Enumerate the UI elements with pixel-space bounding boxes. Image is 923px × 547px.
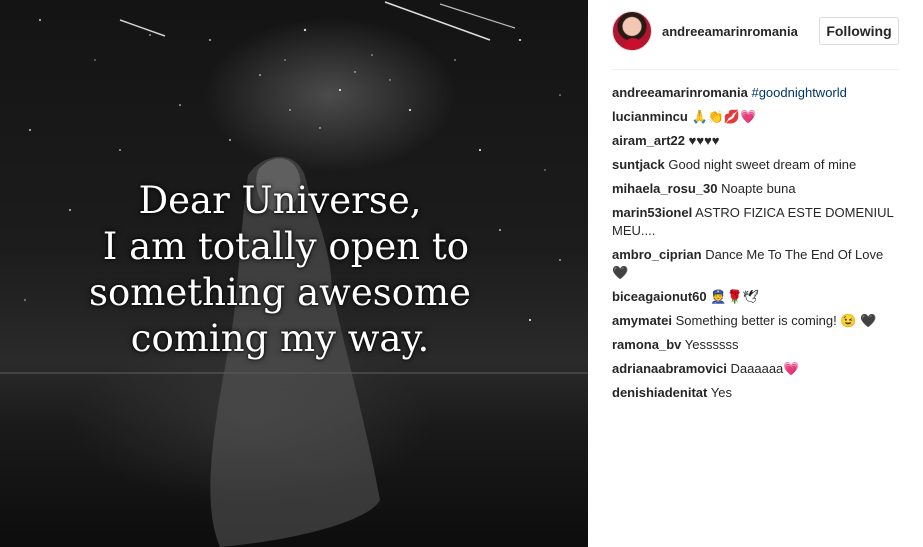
header-divider bbox=[612, 69, 899, 70]
comment-text: 👮🌹🕊 bbox=[710, 289, 760, 304]
comment-item: amymatei Something better is coming! 😉 🖤 bbox=[612, 312, 902, 330]
comment-text: Daaaaaa💗 bbox=[730, 361, 800, 376]
quote-line: coming my way. bbox=[130, 317, 430, 360]
post-image[interactable]: Dear Universe, I am totally open to some… bbox=[0, 0, 588, 547]
comment-username[interactable]: adrianaabramovici bbox=[612, 361, 727, 376]
comment-username[interactable]: airam_art22 bbox=[612, 133, 685, 148]
comment-username[interactable]: suntjack bbox=[612, 157, 665, 172]
header-username[interactable]: andreeamarinromania bbox=[662, 24, 798, 39]
quote-line: something awesome bbox=[89, 271, 471, 314]
comment-username[interactable]: denishiadenitat bbox=[612, 385, 707, 400]
following-button[interactable]: Following bbox=[819, 17, 899, 45]
post-sidebar: andreeamarinromania Following andreeamar… bbox=[588, 0, 923, 547]
comment-username[interactable]: amymatei bbox=[612, 313, 672, 328]
comment-item: adrianaabramovici Daaaaaa💗 bbox=[612, 360, 902, 378]
comment-item: biceagaionut60 👮🌹🕊 bbox=[612, 288, 902, 306]
comment-item: mihaela_rosu_30 Noapte buna bbox=[612, 180, 902, 198]
comment-text: Yessssss bbox=[684, 337, 739, 352]
post-header: andreeamarinromania Following bbox=[588, 0, 923, 70]
comment-text: Yes bbox=[710, 385, 732, 400]
comment-text: Noapte buna bbox=[721, 181, 796, 196]
hashtag-link[interactable]: #goodnightworld bbox=[751, 85, 846, 100]
comment-item: ambro_ciprian Dance Me To The End Of Lov… bbox=[612, 246, 902, 282]
comment-item: marin53ionel ASTRO FIZICA ESTE DOMENIUL … bbox=[612, 204, 902, 240]
avatar[interactable] bbox=[612, 11, 652, 51]
quote-text: Dear Universe, I am totally open to some… bbox=[0, 178, 560, 362]
comment-item: denishiadenitat Yes bbox=[612, 384, 902, 402]
comment-item: airam_art22 ♥♥♥♥ bbox=[612, 132, 902, 150]
comment-username[interactable]: biceagaionut60 bbox=[612, 289, 707, 304]
comment-username[interactable]: ramona_bv bbox=[612, 337, 681, 352]
caption: andreeamarinromania #goodnightworld bbox=[612, 84, 902, 102]
comment-item: suntjack Good night sweet dream of mine bbox=[612, 156, 902, 174]
comments-list: andreeamarinromania #goodnightworld luci… bbox=[612, 84, 902, 408]
comment-username[interactable]: marin53ionel bbox=[612, 205, 692, 220]
quote-line: I am totally open to bbox=[90, 225, 470, 268]
comment-item: lucianmincu 🙏👏💋💗 bbox=[612, 108, 902, 126]
comment-username[interactable]: lucianmincu bbox=[612, 109, 688, 124]
caption-username[interactable]: andreeamarinromania bbox=[612, 85, 748, 100]
comment-text: Good night sweet dream of mine bbox=[668, 157, 857, 172]
comment-text: ♥♥♥♥ bbox=[688, 133, 720, 148]
comment-username[interactable]: mihaela_rosu_30 bbox=[612, 181, 718, 196]
comment-item: ramona_bv Yessssss bbox=[612, 336, 902, 354]
quote-line: Dear Universe, bbox=[138, 179, 422, 222]
comment-text: Something better is coming! 😉 🖤 bbox=[675, 313, 877, 328]
comment-username[interactable]: ambro_ciprian bbox=[612, 247, 702, 262]
comment-text: 🙏👏💋💗 bbox=[691, 109, 757, 124]
